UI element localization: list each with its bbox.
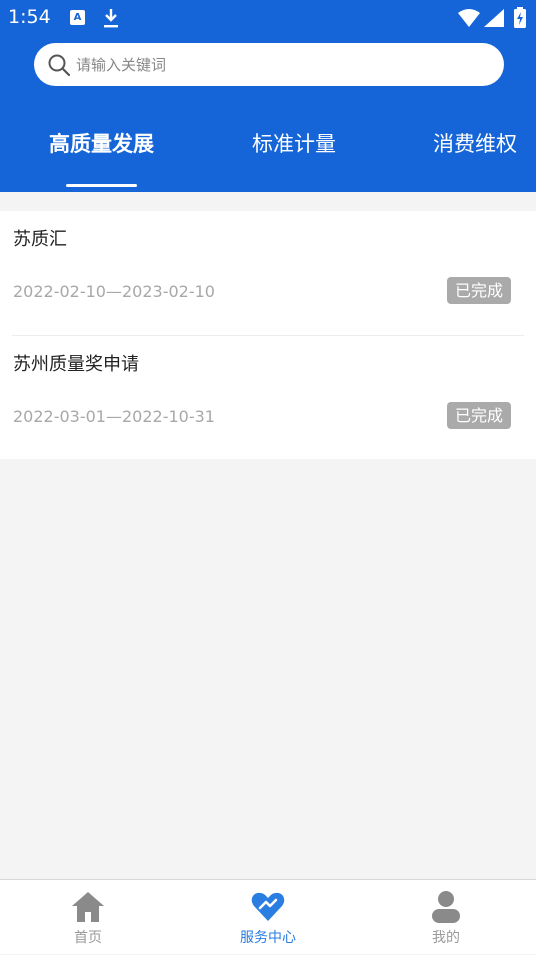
tab-active-indicator	[66, 184, 137, 187]
tab-bar: 高质量发展 标准计量 消费维权	[0, 120, 536, 190]
tab-high-quality-development[interactable]: 高质量发展	[49, 128, 154, 168]
status-badge: 已完成	[447, 277, 511, 304]
service-heart-icon	[251, 892, 285, 921]
nav-service-center[interactable]: 服务中心	[208, 880, 328, 955]
wifi-icon	[458, 9, 480, 27]
search-input[interactable]	[76, 43, 486, 86]
status-bar: 1:54 A	[0, 0, 536, 36]
nav-home[interactable]: 首页	[28, 880, 148, 955]
nav-label: 我的	[432, 930, 460, 946]
nav-label: 服务中心	[240, 930, 296, 946]
download-icon	[104, 9, 118, 28]
signal-icon	[484, 9, 504, 27]
list-item[interactable]: 苏质汇 2022-02-10—2023-02-10 已完成	[0, 211, 536, 335]
search-icon	[48, 54, 71, 77]
item-title: 苏质汇	[13, 229, 67, 250]
tab-standard-measurement[interactable]: 标准计量	[252, 128, 336, 168]
bottom-nav: 首页 服务中心 我的	[0, 879, 536, 954]
item-date-range: 2022-02-10—2023-02-10	[13, 282, 215, 301]
item-title: 苏州质量奖申请	[13, 354, 139, 375]
nav-mine[interactable]: 我的	[386, 880, 506, 955]
home-icon	[72, 892, 104, 922]
tab-consumer-rights[interactable]: 消费维权	[433, 128, 517, 168]
battery-icon	[514, 7, 526, 28]
status-badge: 已完成	[447, 402, 511, 429]
header: 1:54 A 高质量发展 标准计量 消费维权	[0, 0, 536, 192]
list-item[interactable]: 苏州质量奖申请 2022-03-01—2022-10-31 已完成	[12, 335, 524, 459]
item-date-range: 2022-03-01—2022-10-31	[13, 407, 215, 426]
search-box[interactable]	[34, 43, 504, 86]
service-list: 苏质汇 2022-02-10—2023-02-10 已完成 苏州质量奖申请 20…	[0, 211, 536, 459]
nav-label: 首页	[74, 930, 102, 946]
user-icon	[432, 891, 460, 923]
status-time: 1:54	[8, 6, 51, 28]
a-icon: A	[70, 10, 85, 25]
